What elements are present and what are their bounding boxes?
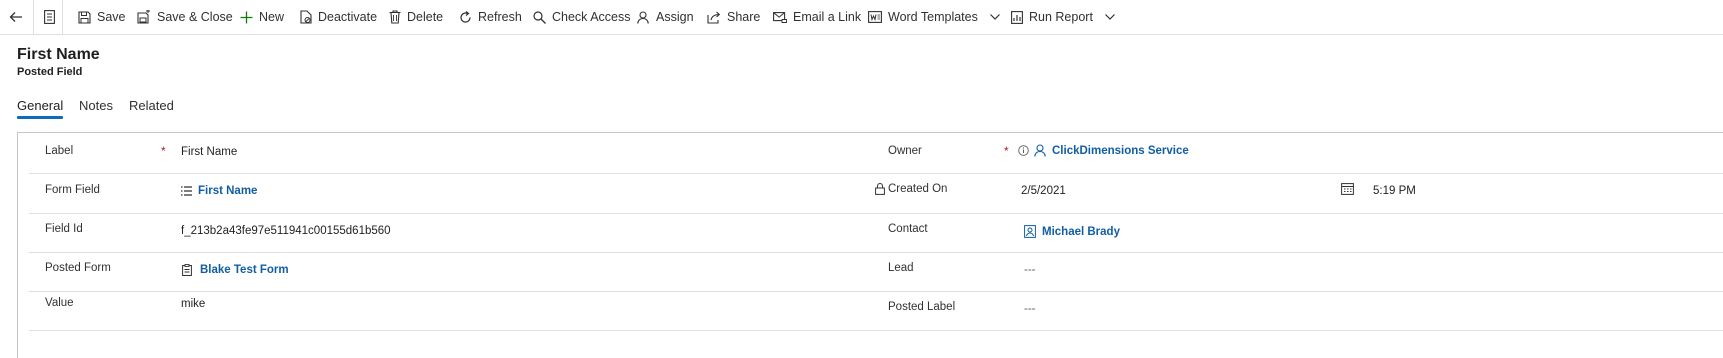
- check-access-button[interactable]: Check Access: [533, 0, 631, 34]
- tab-related[interactable]: Related: [129, 98, 174, 113]
- check-access-label: Check Access: [552, 10, 631, 24]
- email-link-button[interactable]: Email a Link: [773, 0, 861, 34]
- save-button[interactable]: Save: [78, 0, 126, 34]
- assign-button[interactable]: Assign: [637, 0, 694, 34]
- tab-general[interactable]: General: [17, 98, 63, 113]
- required-indicator: *: [1004, 144, 1009, 158]
- posted-form-label: Posted Form: [45, 262, 111, 274]
- command-bar: Save Save & Close New Deactivate Delete …: [0, 0, 1723, 35]
- back-button[interactable]: [9, 0, 23, 34]
- new-button[interactable]: New: [240, 0, 284, 34]
- calendar-icon[interactable]: [1341, 183, 1354, 195]
- field-id-label: Field Id: [45, 223, 83, 235]
- save-label: Save: [97, 10, 126, 24]
- required-indicator: *: [161, 144, 166, 158]
- share-button[interactable]: Share: [707, 0, 760, 34]
- share-label: Share: [727, 10, 761, 24]
- row-divider: [29, 213, 1723, 214]
- posted-form-link[interactable]: Blake Test Form: [200, 264, 289, 276]
- form-icon: [44, 10, 55, 24]
- form-field-value[interactable]: First Name: [181, 185, 257, 197]
- contact-field-value[interactable]: Michael Brady: [1024, 225, 1120, 238]
- label-field-value[interactable]: First Name: [181, 146, 237, 158]
- new-label: New: [259, 10, 285, 24]
- run-report-button[interactable]: Run Report: [1011, 0, 1115, 34]
- posted-label-field-label: Posted Label: [888, 301, 956, 313]
- save-close-icon: [137, 10, 151, 24]
- owner-link[interactable]: ClickDimensions Service: [1052, 145, 1189, 157]
- save-icon: [78, 10, 91, 24]
- run-report-label: Run Report: [1029, 10, 1093, 24]
- chevron-down-icon: [1105, 14, 1115, 20]
- row-divider: [29, 252, 1723, 253]
- contact-field-label: Contact: [888, 223, 928, 235]
- chevron-down-icon: [989, 14, 1000, 20]
- refresh-button[interactable]: Refresh: [459, 0, 522, 34]
- divider: [62, 0, 63, 34]
- tab-notes[interactable]: Notes: [79, 98, 113, 113]
- word-templates-icon: [868, 11, 882, 23]
- value-field-label: Value: [45, 297, 74, 309]
- label-field-label: Label: [45, 145, 74, 157]
- contact-link[interactable]: Michael Brady: [1042, 226, 1120, 238]
- delete-button[interactable]: Delete: [389, 0, 443, 34]
- back-arrow-icon: [9, 10, 23, 24]
- posted-form-value[interactable]: Blake Test Form: [182, 264, 289, 276]
- lead-field-label: Lead: [888, 262, 914, 274]
- clipboard-icon: [182, 264, 192, 276]
- row-divider: [29, 291, 1723, 292]
- word-templates-label: Word Templates: [888, 10, 978, 24]
- created-on-time: 5:19 PM: [1373, 185, 1416, 197]
- form-selector-button[interactable]: [44, 0, 55, 34]
- divider: [33, 0, 34, 34]
- refresh-icon: [459, 10, 472, 24]
- lock-icon: [875, 183, 885, 195]
- created-on-field-label: Created On: [888, 183, 948, 195]
- created-on-date: 2/5/2021: [1021, 185, 1066, 197]
- page-subtitle: Posted Field: [17, 66, 83, 78]
- posted-label-field-value[interactable]: ---: [1024, 303, 1036, 315]
- row-divider: [29, 330, 1723, 331]
- form-field-label: Form Field: [45, 184, 100, 196]
- email-link-icon: [773, 11, 787, 23]
- field-id-value[interactable]: f_213b2a43fe97e511941c00155d61b560: [181, 225, 391, 237]
- value-field-value[interactable]: mike: [181, 298, 205, 310]
- row-divider: [29, 173, 1723, 174]
- lead-field-value[interactable]: ---: [1024, 264, 1036, 276]
- plus-icon: [240, 11, 253, 24]
- share-icon: [707, 11, 721, 24]
- person-icon: [1034, 144, 1046, 157]
- refresh-label: Refresh: [478, 10, 522, 24]
- form-field-link[interactable]: First Name: [198, 185, 257, 197]
- info-icon: [1018, 145, 1029, 156]
- person-icon: [637, 10, 650, 24]
- save-close-label: Save & Close: [157, 10, 233, 24]
- deactivate-button[interactable]: Deactivate: [300, 0, 377, 34]
- list-icon: [181, 186, 192, 196]
- assign-label: Assign: [656, 10, 694, 24]
- search-icon: [533, 10, 546, 24]
- contact-card-icon: [1024, 225, 1036, 238]
- report-icon: [1011, 10, 1023, 24]
- owner-field-value[interactable]: ClickDimensions Service: [1018, 144, 1189, 157]
- active-tab-indicator: [17, 116, 63, 119]
- delete-label: Delete: [407, 10, 444, 24]
- deactivate-icon: [300, 10, 312, 24]
- owner-field-label: Owner: [888, 145, 922, 157]
- email-link-label: Email a Link: [793, 10, 862, 24]
- general-section: [17, 132, 1723, 358]
- trash-icon: [389, 10, 401, 24]
- deactivate-label: Deactivate: [318, 10, 378, 24]
- save-close-button[interactable]: Save & Close: [137, 0, 233, 34]
- page-title: First Name: [17, 46, 100, 63]
- word-templates-button[interactable]: Word Templates: [868, 0, 1000, 34]
